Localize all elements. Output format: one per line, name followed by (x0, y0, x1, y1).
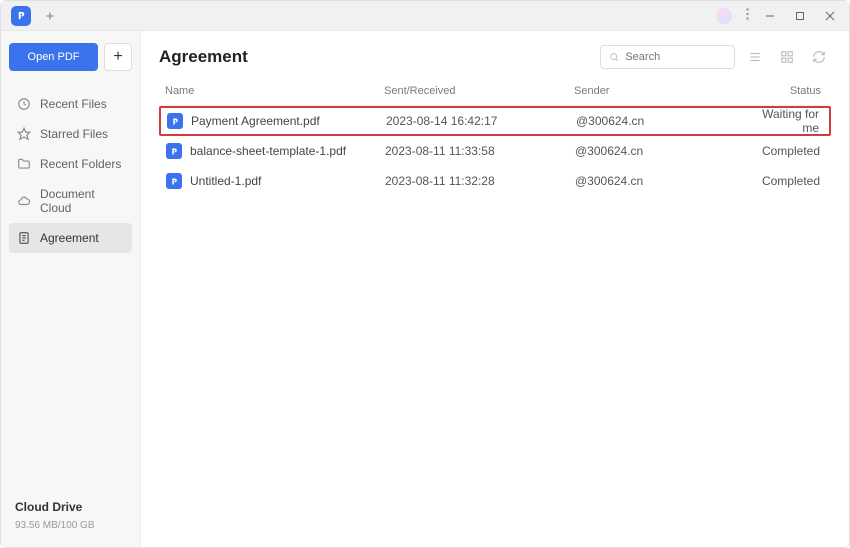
table-header: Name Sent/Received Sender Status (159, 79, 831, 106)
file-sender: @300624.cn (575, 174, 750, 188)
account-badge-icon[interactable] (716, 8, 732, 24)
new-tab-button[interactable] (39, 5, 61, 27)
titlebar (1, 1, 849, 31)
open-pdf-button[interactable]: Open PDF (9, 43, 98, 71)
col-status: Status (749, 85, 831, 97)
sidebar-item-document-cloud[interactable]: Document Cloud (9, 179, 132, 223)
search-icon (609, 51, 619, 63)
doc-icon (17, 231, 31, 245)
sidebar-item-label: Agreement (40, 231, 99, 245)
pdf-file-icon (166, 173, 182, 189)
sidebar-item-label: Document Cloud (40, 187, 124, 215)
sidebar-item-recent-files[interactable]: Recent Files (9, 89, 132, 119)
cloud-drive-label: Cloud Drive (15, 500, 126, 514)
file-sender: @300624.cn (575, 144, 750, 158)
file-date: 2023-08-11 11:32:28 (385, 174, 575, 188)
sidebar-item-recent-folders[interactable]: Recent Folders (9, 149, 132, 179)
table-row[interactable]: Untitled-1.pdf 2023-08-11 11:32:28@300624… (159, 166, 831, 196)
cloud-icon (17, 194, 31, 208)
sidebar-item-label: Recent Files (40, 97, 107, 111)
more-menu-button[interactable] (740, 4, 755, 27)
star-icon (17, 127, 31, 141)
add-button[interactable]: + (104, 43, 132, 71)
sidebar: Open PDF + Recent FilesStarred FilesRece… (1, 31, 141, 547)
file-sender: @300624.cn (576, 114, 751, 128)
sidebar-item-label: Starred Files (40, 127, 108, 141)
page-title: Agreement (159, 47, 248, 67)
col-name: Name (159, 85, 384, 97)
clock-icon (17, 97, 31, 111)
table-row[interactable]: Payment Agreement.pdf 2023-08-14 16:42:17… (159, 106, 831, 136)
file-name: Payment Agreement.pdf (191, 114, 320, 128)
sidebar-item-label: Recent Folders (40, 157, 121, 171)
sidebar-item-agreement[interactable]: Agreement (9, 223, 132, 253)
folder-icon (17, 157, 31, 171)
close-button[interactable] (815, 4, 845, 28)
pdf-file-icon (166, 143, 182, 159)
file-name: balance-sheet-template-1.pdf (190, 144, 346, 158)
maximize-button[interactable] (785, 4, 815, 28)
list-view-button[interactable] (743, 45, 767, 69)
app-logo-icon (11, 6, 31, 26)
refresh-button[interactable] (807, 45, 831, 69)
grid-view-button[interactable] (775, 45, 799, 69)
file-date: 2023-08-11 11:33:58 (385, 144, 575, 158)
minimize-button[interactable] (755, 4, 785, 28)
file-status: Waiting for me (751, 107, 829, 135)
col-sender: Sender (574, 85, 749, 97)
cloud-usage-text: 93.56 MB/100 GB (15, 520, 126, 531)
table-row[interactable]: balance-sheet-template-1.pdf 2023-08-11 1… (159, 136, 831, 166)
file-status: Completed (750, 174, 830, 188)
pdf-file-icon (167, 113, 183, 129)
file-status: Completed (750, 144, 830, 158)
search-box[interactable] (600, 45, 735, 69)
nav-list: Recent Files Starred Files Recent Folders D… (9, 89, 132, 253)
file-table: Name Sent/Received Sender Status Payment… (159, 79, 831, 547)
search-input[interactable] (625, 51, 726, 63)
file-name: Untitled-1.pdf (190, 174, 261, 188)
file-date: 2023-08-14 16:42:17 (386, 114, 576, 128)
col-date: Sent/Received (384, 85, 574, 97)
sidebar-item-starred-files[interactable]: Starred Files (9, 119, 132, 149)
content-area: Agreement Name Sent/Received Sender Stat… (141, 31, 849, 547)
